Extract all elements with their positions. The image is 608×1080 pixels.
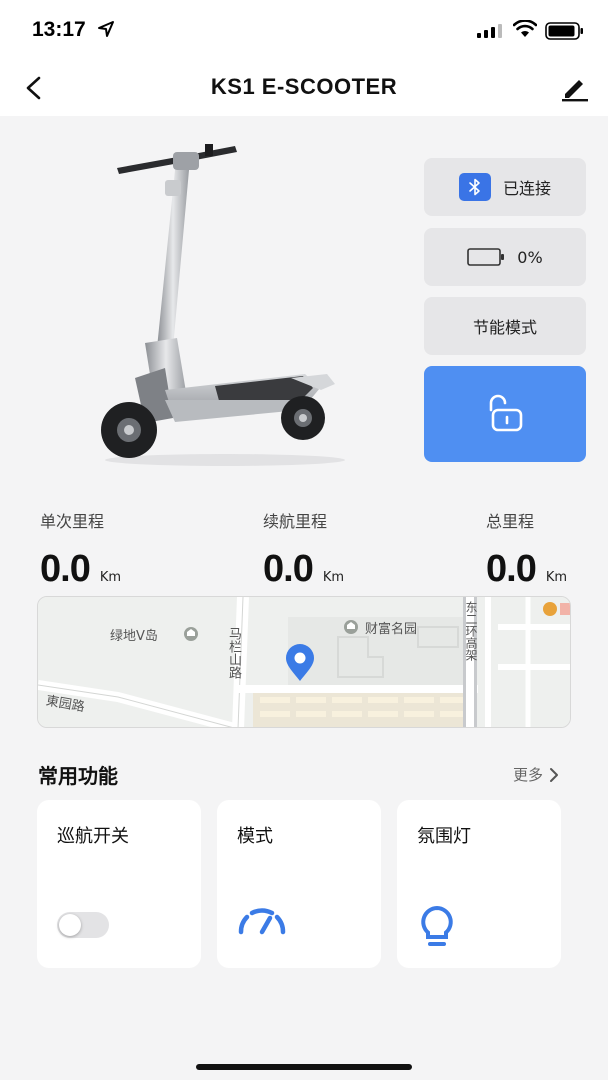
chevron-right-icon <box>550 767 559 782</box>
stat-value: 0.0 <box>263 548 314 590</box>
lightbulb-icon <box>421 905 453 946</box>
page-title: KS1 E-SCOOTER <box>210 74 398 99</box>
nav-bar: KS1 E-SCOOTER <box>0 60 608 116</box>
map-pin-icon <box>286 644 314 681</box>
card-title: 氛围灯 <box>417 826 471 847</box>
stat-unit: Km <box>99 570 122 585</box>
card-title: 模式 <box>237 826 273 847</box>
stat-unit: Km <box>322 570 345 585</box>
stat-label: 总里程 <box>486 512 535 531</box>
map-label-lvdi: 绿地V岛 <box>110 629 158 644</box>
wifi-icon <box>513 20 537 37</box>
home-indicator <box>196 1064 412 1070</box>
battery-level-button[interactable]: 0% <box>424 228 586 286</box>
battery-percent-label: 0% <box>517 247 543 267</box>
cruise-control-toggle[interactable] <box>57 912 109 938</box>
mode-card[interactable]: 模式 <box>217 800 381 968</box>
trip-distance-stat: 单次里程 0.0 Km <box>40 508 200 591</box>
map-label-caifu: 财富名园 <box>365 622 418 637</box>
bluetooth-status-label: 已连接 <box>502 179 551 198</box>
cellular-signal-icon <box>477 24 502 38</box>
riding-mode-label: 节能模式 <box>472 318 537 337</box>
card-title: 巡航开关 <box>57 826 129 847</box>
ambient-light-card[interactable]: 氛围灯 <box>397 800 561 968</box>
edit-pencil-icon[interactable] <box>560 74 590 102</box>
speedometer-icon <box>238 908 286 935</box>
stat-label: 续航里程 <box>263 512 328 531</box>
remaining-range-stat: 续航里程 0.0 Km <box>263 508 423 591</box>
scooter-image <box>101 144 345 466</box>
more-functions-link[interactable]: 更多 <box>513 764 559 785</box>
stat-unit: Km <box>545 570 568 585</box>
stat-value: 0.0 <box>486 548 537 590</box>
common-functions-title: 常用功能 <box>38 764 118 788</box>
cruise-control-card[interactable]: 巡航开关 <box>37 800 201 968</box>
riding-mode-button[interactable]: 节能模式 <box>424 297 586 355</box>
map-label-highway: 东二环高架 <box>464 601 478 661</box>
battery-icon <box>467 248 505 266</box>
stat-label: 单次里程 <box>40 512 105 531</box>
status-bar: 13:17 <box>0 0 608 60</box>
total-distance-stat: 总里程 0.0 Km <box>486 508 608 591</box>
bluetooth-status-button[interactable]: 已连接 <box>424 158 586 216</box>
status-time: 13:17 <box>32 18 86 41</box>
location-arrow-icon <box>98 21 114 37</box>
more-label: 更多 <box>513 766 544 784</box>
lock-toggle-button[interactable] <box>424 366 586 462</box>
toggle-knob <box>59 914 81 936</box>
stat-value: 0.0 <box>40 548 91 590</box>
battery-status-icon <box>545 22 583 40</box>
unlocked-padlock-icon <box>489 394 523 432</box>
location-map[interactable]: 绿地V岛 财富名园 马栏山路 東园路 东二环高架 <box>37 596 571 728</box>
map-label-malan: 马栏山路 <box>226 627 241 679</box>
bluetooth-icon <box>458 173 491 201</box>
